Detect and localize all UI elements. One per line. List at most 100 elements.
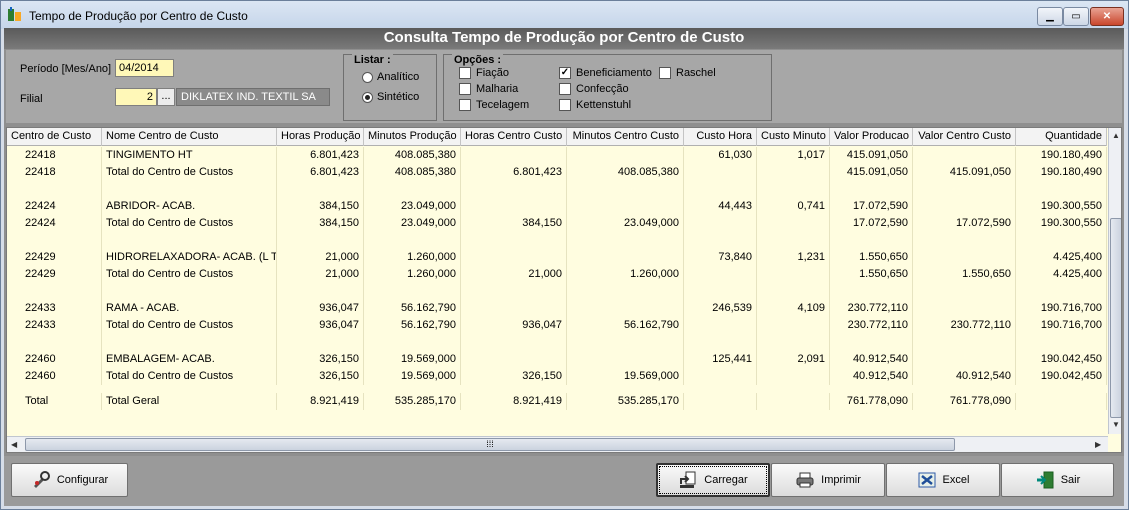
checkbox-confeccao[interactable]: [559, 83, 571, 95]
filial-lookup-button[interactable]: ...: [157, 88, 175, 106]
sair-button[interactable]: Sair: [1001, 463, 1114, 497]
vertical-scroll-thumb[interactable]: [1110, 218, 1121, 418]
close-button[interactable]: ✕: [1090, 7, 1124, 26]
table-cell: 408.085,380: [364, 147, 461, 164]
table-row[interactable]: [7, 283, 1107, 300]
table-row[interactable]: 22429 HIDRORELAXADORA- ACAB. (L T) 21,000 1…: [7, 249, 1107, 266]
excel-button[interactable]: Excel: [886, 463, 1000, 497]
table-cell: 1.260,000: [364, 249, 461, 266]
scroll-up-icon[interactable]: ▲: [1112, 131, 1120, 140]
table-cell: Total do Centro de Custos: [102, 317, 277, 334]
table-cell: 56.162,790: [364, 317, 461, 334]
table-cell: [684, 334, 757, 351]
maximize-button[interactable]: ▭: [1063, 7, 1089, 26]
checkbox-kettenstuhl[interactable]: [559, 99, 571, 111]
table-cell: [757, 164, 830, 181]
horizontal-scrollbar[interactable]: ◀ ⁞⁞⁞ ▶: [7, 436, 1108, 452]
table-cell: 22433: [7, 317, 102, 334]
table-cell: 22460: [7, 368, 102, 385]
table-row[interactable]: 22433 RAMA - ACAB. 936,047 56.162,790 246,53…: [7, 300, 1107, 317]
periodo-input[interactable]: 04/2014: [115, 59, 174, 77]
imprimir-label: Imprimir: [821, 474, 861, 486]
wrench-icon: [33, 471, 50, 488]
table-row[interactable]: [7, 181, 1107, 198]
table-row[interactable]: 22418 Total do Centro de Custos 6.801,423 4…: [7, 164, 1107, 181]
table-cell: [277, 181, 364, 198]
table-cell: [567, 147, 684, 164]
table-cell: 0,741: [757, 198, 830, 215]
table-cell: [277, 232, 364, 249]
table-cell: [684, 283, 757, 300]
carregar-button[interactable]: Carregar: [656, 463, 770, 497]
table-cell: 22429: [7, 266, 102, 283]
checkbox-malharia[interactable]: [459, 83, 471, 95]
table-row[interactable]: [7, 232, 1107, 249]
table-cell: [757, 181, 830, 198]
total-row[interactable]: Total Total Geral 8.921,419 535.285,170 8.92…: [7, 393, 1107, 410]
table-row[interactable]: 22424 ABRIDOR- ACAB. 384,150 23.049,000 44,4…: [7, 198, 1107, 215]
table-row[interactable]: 22429 Total do Centro de Custos 21,000 1.26…: [7, 266, 1107, 283]
table-cell: 190.300,550: [1016, 215, 1107, 232]
app-icon: [8, 7, 21, 21]
table-row[interactable]: [7, 334, 1107, 351]
table-cell: [1016, 334, 1107, 351]
checkbox-tecelagem[interactable]: [459, 99, 471, 111]
table-cell: 230.772,110: [830, 317, 913, 334]
grid-header: Centro de Custo Nome Centro de Custo Hor…: [7, 128, 1107, 146]
table-row[interactable]: 22424 Total do Centro de Custos 384,150 23.…: [7, 215, 1107, 232]
filter-panel: Período [Mes/Ano] 04/2014 Filial 2 ... D…: [6, 50, 1122, 123]
table-cell: [830, 232, 913, 249]
vertical-scrollbar[interactable]: ▲ ▼: [1108, 128, 1121, 434]
horizontal-scroll-thumb[interactable]: ⁞⁞⁞: [25, 438, 955, 451]
table-cell: TINGIMENTO HT: [102, 147, 277, 164]
col-minutos-centro[interactable]: Minutos Centro Custo: [567, 128, 684, 146]
col-custo-hora[interactable]: Custo Hora: [684, 128, 757, 146]
checkbox-beneficiamento[interactable]: ✓: [559, 67, 571, 79]
table-cell: 1,231: [757, 249, 830, 266]
table-row[interactable]: 22418 TINGIMENTO HT 6.801,423 408.085,380 61…: [7, 147, 1107, 164]
col-valor-centro[interactable]: Valor Centro Custo: [913, 128, 1016, 146]
configurar-label: Configurar: [56, 474, 109, 486]
table-cell: 40.912,540: [830, 351, 913, 368]
checkbox-malharia-label: Malharia: [476, 83, 519, 95]
scroll-right-icon[interactable]: ▶: [1095, 440, 1101, 449]
table-cell: 17.072,590: [830, 215, 913, 232]
radio-sintetico[interactable]: [362, 92, 373, 103]
table-row[interactable]: 22460 EMBALAGEM- ACAB. 326,150 19.569,000 12…: [7, 351, 1107, 368]
table-cell: [1016, 393, 1107, 410]
table-row[interactable]: 22460 Total do Centro de Custos 326,150 19.…: [7, 368, 1107, 385]
col-horas-centro[interactable]: Horas Centro Custo: [461, 128, 567, 146]
table-cell: 21,000: [277, 249, 364, 266]
table-cell: [913, 181, 1016, 198]
col-custo-minuto[interactable]: Custo Minuto: [757, 128, 830, 146]
configurar-button[interactable]: Configurar: [11, 463, 128, 497]
filial-input[interactable]: 2: [115, 88, 157, 106]
scroll-down-icon[interactable]: ▼: [1112, 420, 1120, 429]
minimize-button[interactable]: ▁: [1037, 7, 1063, 26]
radio-analitico[interactable]: [362, 72, 373, 83]
table-cell: [913, 232, 1016, 249]
data-grid[interactable]: Centro de Custo Nome Centro de Custo Hor…: [6, 127, 1122, 453]
table-cell: 40.912,540: [913, 368, 1016, 385]
checkbox-raschel-label: Raschel: [676, 67, 716, 79]
scroll-left-icon[interactable]: ◀: [11, 440, 17, 449]
col-horas-producao[interactable]: Horas Produção: [277, 128, 364, 146]
table-cell: 384,150: [461, 215, 567, 232]
table-cell: 1.550,650: [830, 266, 913, 283]
table-cell: [684, 232, 757, 249]
checkbox-raschel[interactable]: [659, 67, 671, 79]
table-cell: 190.042,450: [1016, 351, 1107, 368]
table-cell: Total do Centro de Custos: [102, 368, 277, 385]
imprimir-button[interactable]: Imprimir: [771, 463, 885, 497]
col-nome-centro[interactable]: Nome Centro de Custo: [102, 128, 277, 146]
table-cell: 190.042,450: [1016, 368, 1107, 385]
col-centro-custo[interactable]: Centro de Custo: [7, 128, 102, 146]
table-cell: 22429: [7, 249, 102, 266]
col-minutos-producao[interactable]: Minutos Produção: [364, 128, 461, 146]
table-cell: [684, 266, 757, 283]
checkbox-tecelagem-label: Tecelagem: [476, 99, 530, 111]
table-row[interactable]: 22433 Total do Centro de Custos 936,047 56.…: [7, 317, 1107, 334]
col-valor-producao[interactable]: Valor Producao: [830, 128, 913, 146]
checkbox-fiacao[interactable]: [459, 67, 471, 79]
col-quantidade[interactable]: Quantidade: [1016, 128, 1107, 146]
